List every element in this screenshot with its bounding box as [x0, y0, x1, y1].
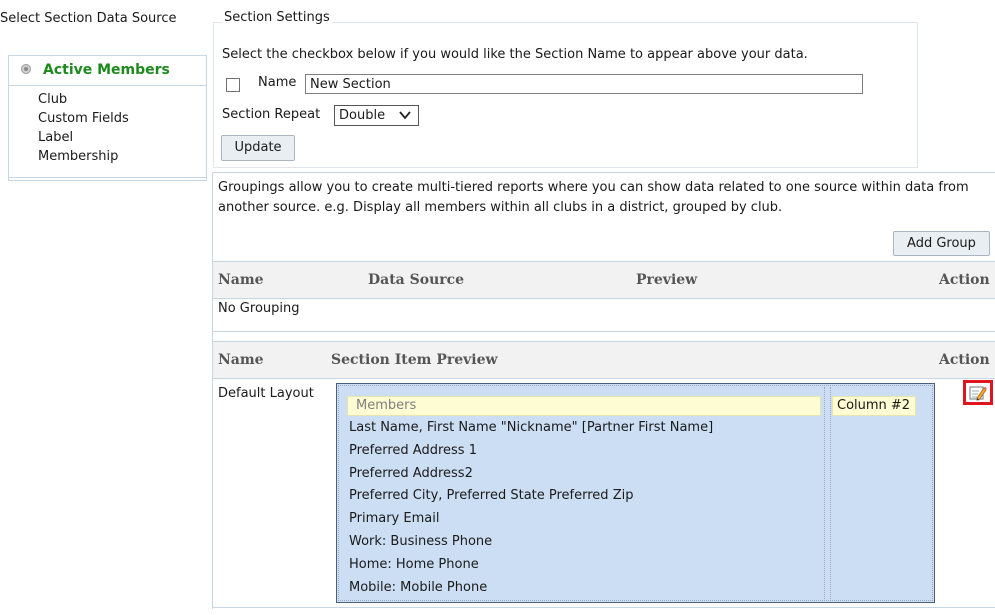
column-header-section-item-preview: Section Item Preview: [331, 352, 498, 368]
section-settings-description: Select the checkbox below if you would l…: [222, 47, 808, 62]
column-header-action: Action: [939, 272, 990, 288]
preview-line: Mobile: Mobile Phone: [349, 579, 488, 595]
no-grouping-text: No Grouping: [218, 301, 300, 316]
data-source-item-label[interactable]: Label: [38, 128, 73, 147]
preview-line: Preferred Address 1: [349, 442, 477, 458]
preview-line: Preferred Address2: [349, 465, 473, 481]
groupings-table-header: Name Data Source Preview Action: [213, 261, 995, 299]
edit-section-item-button[interactable]: [963, 380, 993, 405]
divider: [213, 172, 995, 173]
preview-header-bar: Members: [347, 396, 821, 416]
divider: [213, 331, 995, 332]
edit-icon: [969, 386, 987, 401]
data-source-active[interactable]: Active Members: [9, 56, 206, 86]
column-header-preview: Preview: [636, 272, 698, 288]
preview-column-2-header: Column #2: [832, 396, 916, 416]
column-header-action: Action: [939, 352, 990, 368]
section-item-name: Default Layout: [218, 386, 314, 401]
column-header-data-source: Data Source: [368, 272, 465, 288]
preview-line: Home: Home Phone: [349, 556, 479, 572]
divider: [212, 172, 213, 609]
data-source-item-club[interactable]: Club: [38, 90, 67, 109]
data-source-panel: Active Members Club Custom Fields Label …: [8, 55, 207, 181]
preview-line: Last Name, First Name "Nickname" [Partne…: [349, 420, 714, 435]
update-button[interactable]: Update: [221, 135, 295, 161]
groupings-description: Groupings allow you to create multi-tier…: [218, 180, 969, 215]
section-settings-box: [213, 22, 918, 168]
data-source-title: Select Section Data Source: [0, 11, 177, 26]
divider: [213, 607, 995, 608]
section-name-checkbox[interactable]: [226, 78, 240, 92]
radio-selected-icon[interactable]: [21, 64, 31, 74]
preview-line: Work: Business Phone: [349, 534, 493, 549]
preview-header-label: Members: [356, 398, 417, 413]
section-settings-legend: Section Settings: [222, 10, 332, 25]
divider: [9, 177, 206, 178]
preview-column-1: Members Last Name, First Name "Nickname"…: [338, 385, 933, 601]
section-items-table-header: Name Section Item Preview Action: [213, 341, 995, 379]
section-name-label: Name: [258, 75, 297, 90]
preview-line: Preferred City, Preferred State Preferre…: [349, 488, 634, 504]
preview-column-2-label: Column #2: [837, 398, 911, 413]
section-repeat-select[interactable]: Double: [334, 105, 419, 126]
column-divider: [824, 387, 831, 599]
add-group-button[interactable]: Add Group: [893, 231, 990, 256]
data-source-item-custom-fields[interactable]: Custom Fields: [38, 109, 129, 128]
column-header-name: Name: [218, 352, 264, 368]
section-repeat-label: Section Repeat: [222, 107, 321, 122]
section-item-preview: Members Last Name, First Name "Nickname"…: [336, 383, 935, 603]
data-source-active-label: Active Members: [43, 62, 170, 78]
chevron-down-icon: [399, 111, 411, 120]
data-source-item-membership[interactable]: Membership: [38, 147, 118, 166]
section-repeat-value: Double: [339, 108, 386, 123]
section-name-input[interactable]: [305, 74, 863, 94]
preview-line: Primary Email: [349, 511, 440, 527]
column-header-name: Name: [218, 272, 264, 288]
